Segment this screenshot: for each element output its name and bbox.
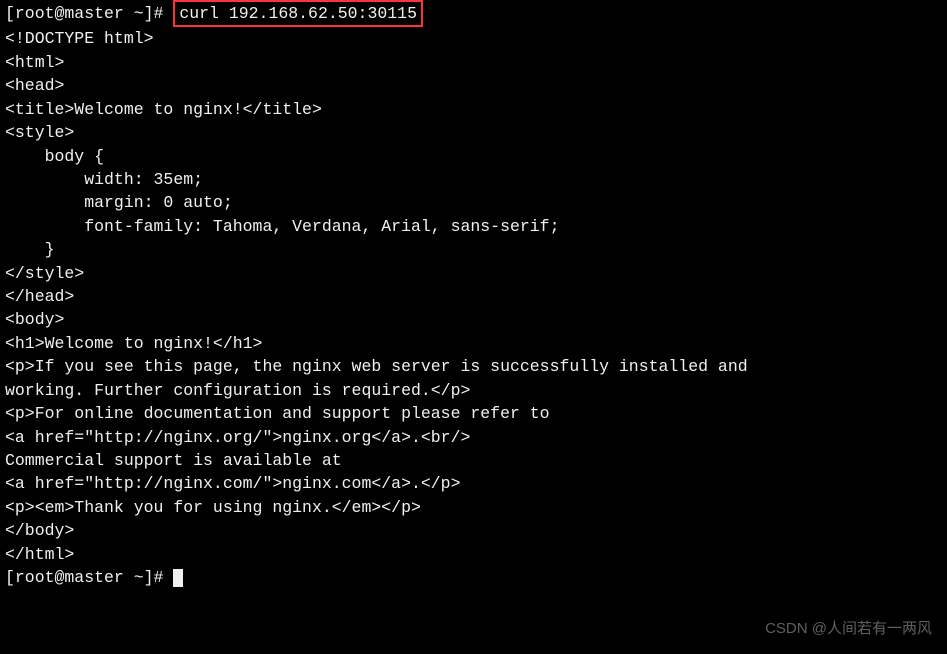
output-line-22: <p><em>Thank you for using nginx.</em></… xyxy=(5,496,942,519)
output-line-1: <html> xyxy=(5,51,942,74)
output-line-5: body { xyxy=(5,145,942,168)
output-line-10: </style> xyxy=(5,262,942,285)
output-line-4: <style> xyxy=(5,121,942,144)
output-line-0: <!DOCTYPE html> xyxy=(5,27,942,50)
prompt-line-1: [root@master ~]# xyxy=(5,4,173,23)
output-line-11: </head> xyxy=(5,285,942,308)
highlighted-command: curl 192.168.62.50:30115 xyxy=(173,0,423,27)
output-line-9: } xyxy=(5,238,942,261)
output-line-7: margin: 0 auto; xyxy=(5,191,942,214)
output-line-17: <p>For online documentation and support … xyxy=(5,402,942,425)
output-line-23: </body> xyxy=(5,519,942,542)
output-line-15: working. Further configuration is requir… xyxy=(5,379,942,402)
terminal-window[interactable]: [root@master ~]# curl 192.168.62.50:3011… xyxy=(0,0,947,590)
cursor-icon xyxy=(173,569,183,587)
watermark-text: CSDN @人间若有一两风 xyxy=(765,618,932,639)
output-line-19: Commercial support is available at xyxy=(5,449,942,472)
output-line-14: <p>If you see this page, the nginx web s… xyxy=(5,355,942,378)
prompt-line-2: [root@master ~]# xyxy=(5,568,173,587)
output-line-24: </html> xyxy=(5,543,942,566)
output-line-13: <h1>Welcome to nginx!</h1> xyxy=(5,332,942,355)
output-line-2: <head> xyxy=(5,74,942,97)
output-line-12: <body> xyxy=(5,308,942,331)
output-line-3: <title>Welcome to nginx!</title> xyxy=(5,98,942,121)
output-line-18: <a href="http://nginx.org/">nginx.org</a… xyxy=(5,426,942,449)
output-line-6: width: 35em; xyxy=(5,168,942,191)
output-line-20: <a href="http://nginx.com/">nginx.com</a… xyxy=(5,472,942,495)
output-line-8: font-family: Tahoma, Verdana, Arial, san… xyxy=(5,215,942,238)
